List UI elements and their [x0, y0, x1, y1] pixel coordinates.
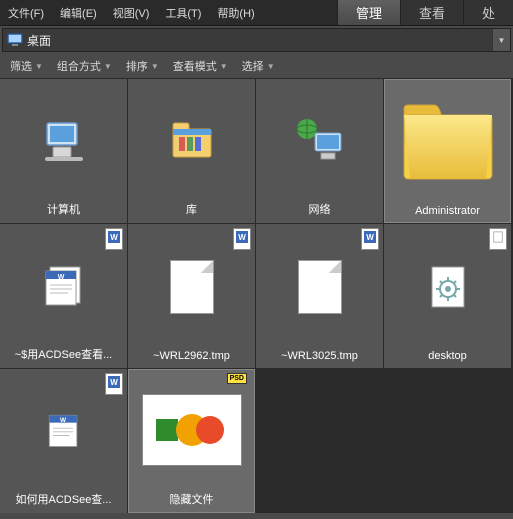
grid-item-computer[interactable]: 计算机	[0, 79, 127, 223]
menu-bar: 文件(F) 编辑(E) 视图(V) 工具(T) 帮助(H) 管理 查看 处	[0, 0, 513, 26]
item-label: 隐藏文件	[166, 491, 218, 507]
computer-icon	[39, 115, 89, 165]
grid-item-psd[interactable]: PSD 隐藏文件	[128, 369, 255, 513]
tab-view[interactable]: 查看	[400, 0, 463, 25]
tool-group[interactable]: 组合方式▼	[51, 56, 118, 76]
tab-manage[interactable]: 管理	[337, 0, 400, 25]
library-icon	[167, 117, 217, 163]
menu-edit[interactable]: 编辑(E)	[52, 0, 105, 25]
menu-file[interactable]: 文件(F)	[0, 0, 52, 25]
svg-text:W: W	[60, 417, 67, 424]
file-icon	[298, 260, 342, 314]
menu-view[interactable]: 视图(V)	[105, 0, 158, 25]
chevron-down-icon: ▼	[267, 62, 275, 71]
path-label: 桌面	[27, 32, 492, 49]
item-label: ~WRL2962.tmp	[149, 350, 234, 362]
grid-item-folder[interactable]: Administrator	[384, 79, 511, 223]
grid-item-library[interactable]: 库	[128, 79, 255, 223]
svg-text:W: W	[110, 378, 118, 387]
chevron-down-icon: ▼	[104, 62, 112, 71]
desktop-icon	[7, 32, 23, 48]
word-badge-icon: W	[233, 228, 251, 250]
svg-text:W: W	[366, 233, 374, 242]
grid-item-word[interactable]: W W 如何用ACDSee查...	[0, 369, 127, 513]
word-badge-icon: W	[105, 373, 123, 395]
tool-sort[interactable]: 排序▼	[120, 56, 165, 76]
svg-text:W: W	[57, 274, 64, 281]
word-doc-icon: W	[40, 261, 88, 309]
svg-text:W: W	[110, 233, 118, 242]
file-grid: 计算机 库 网络	[0, 78, 513, 513]
chevron-down-icon: ▼	[498, 36, 506, 45]
gear-icon	[424, 263, 472, 311]
word-badge-icon: W	[105, 228, 123, 250]
grid-item-desktop-ini[interactable]: desktop	[384, 224, 511, 368]
tab-process[interactable]: 处	[463, 0, 513, 25]
psd-badge-icon: PSD	[227, 373, 247, 384]
grid-item-tmp[interactable]: W ~WRL2962.tmp	[128, 224, 255, 368]
menu-help[interactable]: 帮助(H)	[209, 0, 262, 25]
network-icon	[293, 115, 347, 165]
word-doc-icon: W	[42, 408, 86, 452]
file-badge-icon	[489, 228, 507, 250]
toolbar: 筛选▼ 组合方式▼ 排序▼ 查看模式▼ 选择▼	[0, 54, 513, 78]
file-icon	[170, 260, 214, 314]
item-label: ~WRL3025.tmp	[277, 350, 362, 362]
chevron-down-icon: ▼	[35, 62, 43, 71]
item-label: 网络	[305, 201, 335, 217]
svg-text:W: W	[238, 233, 246, 242]
psd-thumbnail	[152, 405, 232, 455]
item-label: Administrator	[411, 205, 484, 217]
item-label: 计算机	[43, 201, 84, 217]
grid-item-word[interactable]: W W ~$用ACDSee查看...	[0, 224, 127, 368]
tool-viewmode[interactable]: 查看模式▼	[167, 56, 234, 76]
grid-item-tmp[interactable]: W ~WRL3025.tmp	[256, 224, 383, 368]
path-dropdown[interactable]: ▼	[492, 29, 510, 51]
item-label: 库	[182, 201, 201, 217]
mode-tabs: 管理 查看 处	[337, 0, 513, 25]
menu-tools[interactable]: 工具(T)	[157, 0, 209, 25]
item-label: ~$用ACDSee查看...	[11, 346, 117, 362]
tool-select[interactable]: 选择▼	[236, 56, 281, 76]
item-label: 如何用ACDSee查...	[12, 491, 116, 507]
chevron-down-icon: ▼	[220, 62, 228, 71]
path-bar[interactable]: 桌面 ▼	[2, 28, 511, 52]
grid-item-network[interactable]: 网络	[256, 79, 383, 223]
item-label: desktop	[424, 350, 471, 362]
word-badge-icon: W	[361, 228, 379, 250]
tool-filter[interactable]: 筛选▼	[4, 56, 49, 76]
folder-icon	[398, 101, 498, 183]
chevron-down-icon: ▼	[151, 62, 159, 71]
